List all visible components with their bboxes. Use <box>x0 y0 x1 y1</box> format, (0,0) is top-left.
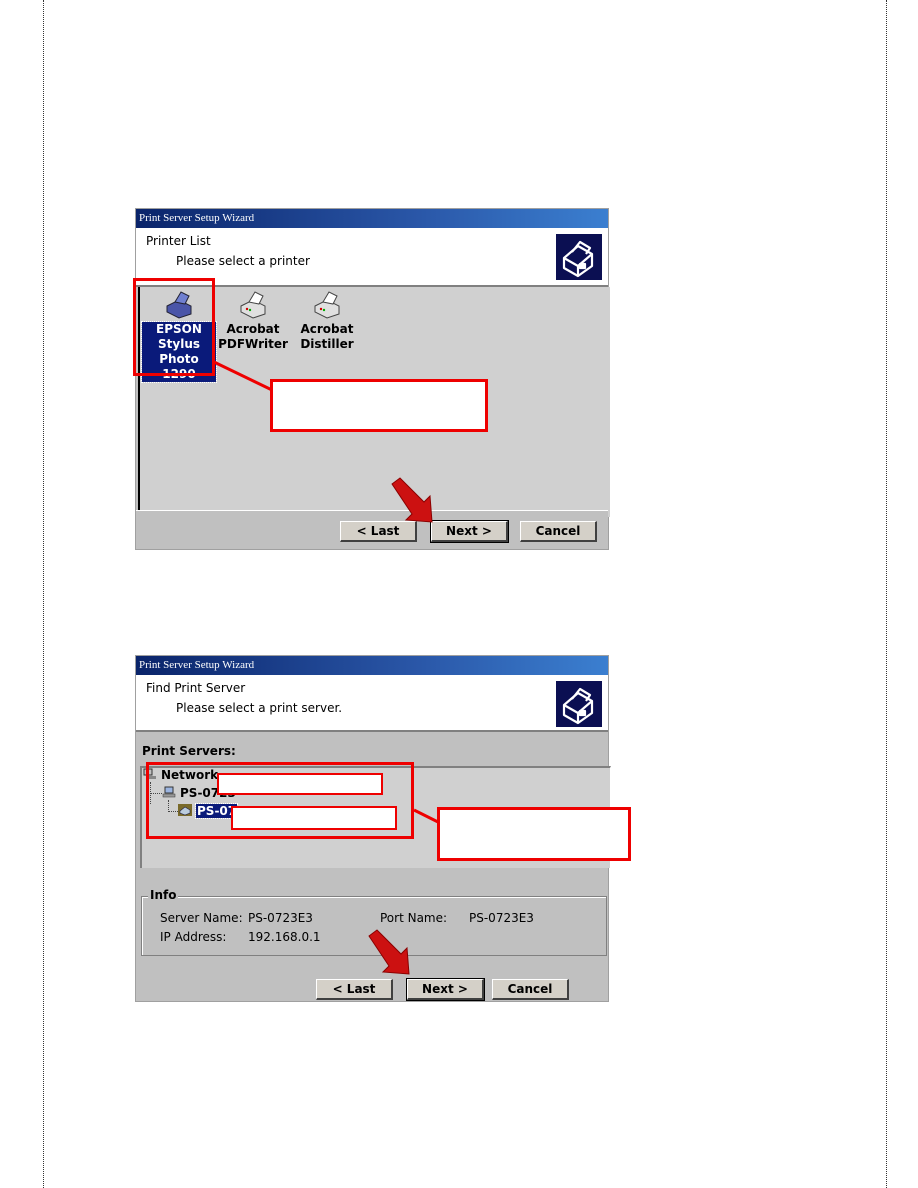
next-button[interactable]: Next > <box>430 520 509 543</box>
printer-icon <box>556 681 602 727</box>
port-name-label: Port Name: <box>380 911 448 925</box>
title-bar: Print Server Setup Wizard <box>136 209 608 228</box>
last-button[interactable]: < Last <box>340 521 417 542</box>
title-bar: Print Server Setup Wizard <box>136 656 608 675</box>
printer-item-acrobat-pdfwriter[interactable]: Acrobat PDFWriter <box>216 290 290 353</box>
callout-box <box>270 379 488 432</box>
printer-icon <box>556 234 602 280</box>
button-bar: < Last Next > Cancel <box>136 510 608 549</box>
info-group: Info Server Name: PS-0723E3 Port Name: P… <box>141 888 607 956</box>
button-bar: < Last Next > Cancel <box>136 963 608 1001</box>
annotation-overlay <box>213 360 439 975</box>
redaction-box <box>231 806 397 830</box>
redaction-box <box>217 773 383 795</box>
header-title: Printer List <box>146 234 211 248</box>
printer-label: Acrobat PDFWriter <box>218 322 288 351</box>
info-legend: Info <box>148 888 179 902</box>
header-title: Find Print Server <box>146 681 246 695</box>
ip-address-label: IP Address: <box>160 930 227 944</box>
printer-item-acrobat-distiller[interactable]: Acrobat Distiller <box>290 290 364 353</box>
wizard-header: Find Print Server Please select a print … <box>136 675 608 732</box>
header-subtitle: Please select a printer <box>176 254 310 268</box>
page-margin-right <box>886 0 887 1188</box>
callout-box <box>437 807 631 861</box>
printer-icon <box>240 291 266 319</box>
server-name-value: PS-0723E3 <box>248 911 313 925</box>
next-button[interactable]: Next > <box>406 978 485 1001</box>
port-name-value: PS-0723E3 <box>469 911 534 925</box>
cancel-button[interactable]: Cancel <box>520 521 597 542</box>
ip-address-value: 192.168.0.1 <box>248 930 321 944</box>
cancel-button[interactable]: Cancel <box>492 979 569 1000</box>
page-margin-left <box>43 0 44 1188</box>
header-subtitle: Please select a print server. <box>176 701 343 715</box>
printer-icon <box>314 291 340 319</box>
printer-label: Acrobat Distiller <box>300 322 354 351</box>
server-name-label: Server Name: <box>160 911 243 925</box>
highlight-box-selected-printer <box>133 278 215 376</box>
last-button[interactable]: < Last <box>316 979 393 1000</box>
print-servers-label: Print Servers: <box>142 744 236 758</box>
